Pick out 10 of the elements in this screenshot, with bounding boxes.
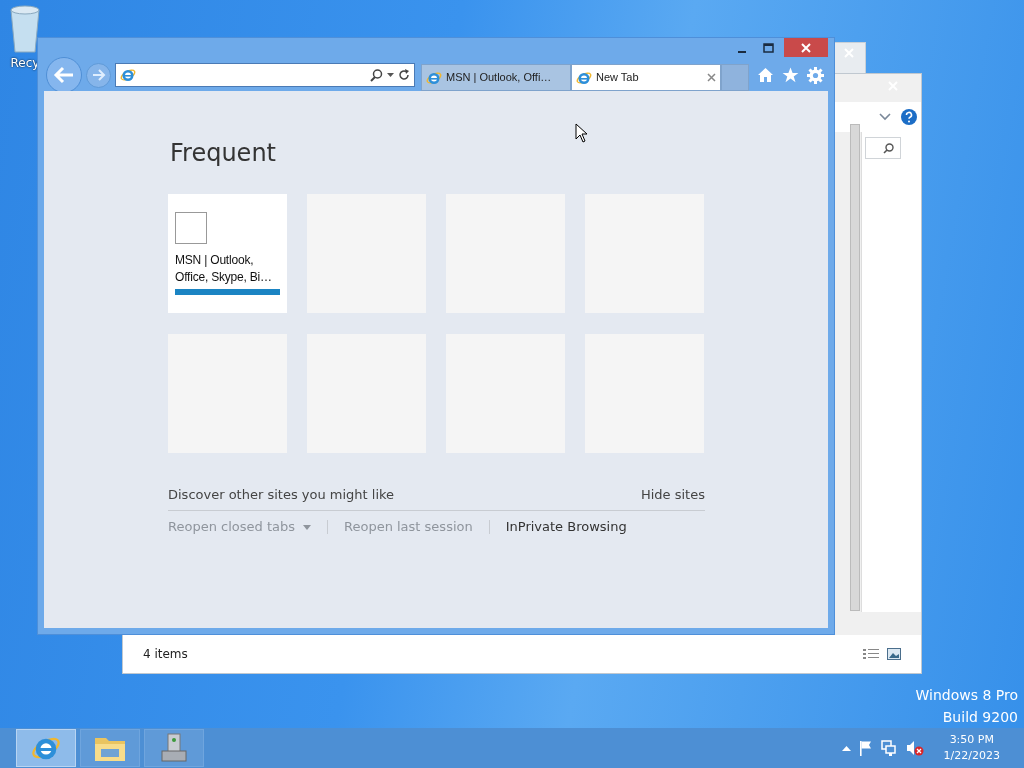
build-text: Build 9200 <box>941 708 1018 727</box>
hide-sites-link[interactable]: Hide sites <box>640 484 705 505</box>
section-heading: Frequent <box>170 139 277 168</box>
status-text: 4 items <box>143 646 188 663</box>
site-tile[interactable]: MSN | Outlook, Office, Skype, Bi… <box>168 193 287 313</box>
browser-tab[interactable]: New Tab <box>571 64 721 91</box>
link[interactable]: InPrivate Browsing <box>505 517 627 537</box>
browser-tab[interactable]: MSN | Outlook, Offi… <box>421 64 571 91</box>
discover-text: Discover other sites you might like <box>168 485 395 504</box>
edition-text: Windows 8 Pro <box>915 686 1018 705</box>
